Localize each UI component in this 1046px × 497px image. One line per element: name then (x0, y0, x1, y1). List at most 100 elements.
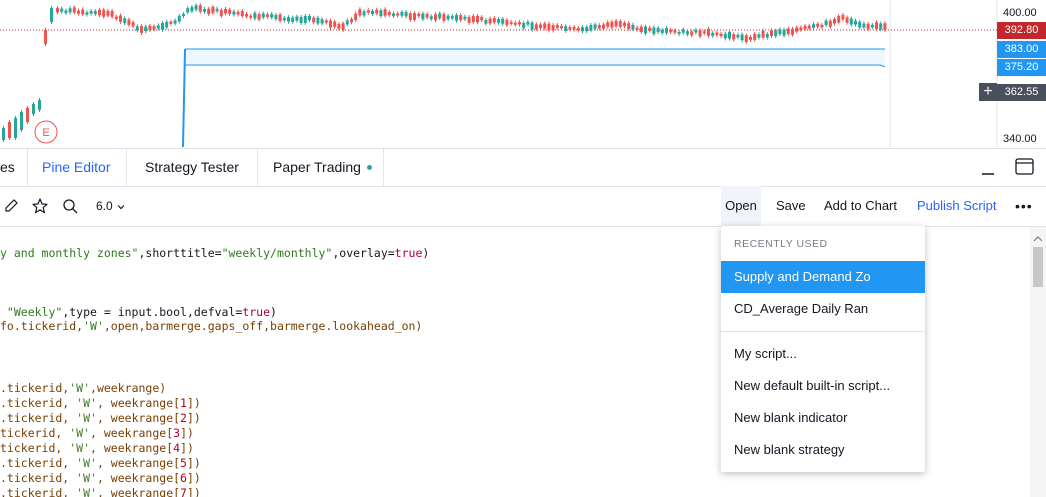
candle (421, 13, 425, 20)
version-select[interactable]: 6.0 (96, 186, 126, 226)
candle (303, 16, 307, 23)
candle (828, 20, 832, 27)
candle (744, 35, 748, 43)
candle (501, 18, 505, 24)
open-button[interactable]: Open (721, 186, 761, 226)
more-options-button[interactable]: ••• (1015, 186, 1033, 226)
publish-script-button[interactable]: Publish Script (917, 186, 996, 226)
candle (845, 17, 849, 23)
code-token: 'W' (69, 381, 91, 395)
status-dot (366, 164, 372, 170)
tab-strategy-tester[interactable]: Strategy Tester (131, 149, 258, 186)
search-button[interactable] (61, 197, 79, 215)
scroll-up-icon (1033, 236, 1043, 242)
candle (140, 26, 143, 33)
candle (593, 24, 597, 29)
candle (98, 9, 101, 16)
maximize-button[interactable] (1014, 157, 1036, 177)
candle (841, 14, 845, 20)
candle (765, 34, 769, 38)
candle (627, 23, 631, 29)
minimize-button[interactable] (978, 157, 998, 177)
code-line: .tickerid, 'W', weekrange[1]) (0, 396, 201, 411)
candle (379, 10, 383, 17)
candle (858, 21, 862, 28)
candle (648, 27, 652, 31)
candle (539, 24, 542, 29)
code-token: y and monthly zones" (0, 246, 139, 260)
favorite-button[interactable] (31, 197, 49, 215)
candle (530, 22, 534, 30)
code-token: 'W' (76, 396, 97, 410)
candle (656, 28, 660, 33)
candle (114, 16, 118, 20)
my-scripts-item[interactable]: My script... (721, 338, 925, 370)
tab-paper-trading[interactable]: Paper Trading (259, 149, 384, 186)
new-builtin-script-item[interactable]: New default built-in script... (721, 370, 925, 402)
candle (589, 25, 593, 31)
candle (89, 11, 93, 14)
code-token: 'W' (76, 486, 97, 497)
rename-button[interactable] (2, 197, 20, 215)
code-line: fo.tickerid,'W',open,barmerge.gaps_off,b… (0, 319, 422, 334)
candle (102, 9, 106, 17)
candle (186, 8, 190, 13)
candle (77, 10, 80, 14)
candle (333, 21, 337, 27)
dropdown-divider (721, 331, 925, 332)
candle (408, 13, 412, 20)
candle (14, 118, 17, 138)
code-token: , weekrange[ (96, 396, 181, 410)
candle (274, 14, 278, 20)
candle (488, 18, 492, 24)
candle (564, 26, 568, 31)
zone-bottom-label: 375.20 (997, 59, 1046, 76)
candle (463, 16, 467, 20)
candle (715, 32, 719, 36)
price-chart[interactable]: E 400.00 392.80 383.00 375.20 + 362.55 3… (0, 0, 1046, 147)
new-blank-indicator-item[interactable]: New blank indicator (721, 402, 925, 434)
candle (585, 26, 589, 32)
scrollbar-thumb[interactable] (1033, 247, 1043, 287)
recent-script-item[interactable]: Supply and Demand Zo (721, 261, 925, 293)
candle (837, 15, 841, 23)
candle (824, 20, 828, 26)
candle (778, 29, 782, 35)
candle (602, 24, 605, 29)
crosshair-plus-button[interactable]: + (979, 83, 997, 101)
candle (224, 8, 227, 14)
candle (631, 24, 635, 30)
candle (497, 19, 500, 23)
tab-pine-editor[interactable]: Pine Editor (28, 149, 127, 186)
candle (799, 27, 803, 31)
tab-trading-panel[interactable]: es (0, 149, 28, 186)
candle (345, 20, 349, 25)
candle (618, 21, 622, 27)
candle (816, 23, 820, 27)
candle (358, 9, 362, 16)
new-blank-strategy-item[interactable]: New blank strategy (721, 434, 925, 466)
candle (240, 10, 244, 17)
code-token: ,weekrange) (90, 381, 167, 395)
candle (795, 27, 799, 32)
candle (509, 21, 513, 24)
code-token: 5 (180, 456, 187, 470)
candle (774, 30, 778, 37)
candle (551, 25, 555, 31)
tab-label: Pine Editor (42, 159, 111, 175)
tab-label: Paper Trading (273, 159, 361, 175)
candle (471, 15, 475, 23)
candlestick-chart[interactable]: E (0, 0, 1046, 147)
recent-script-item[interactable]: CD_Average Daily Ran (721, 293, 925, 325)
candle (770, 30, 773, 37)
candle (362, 11, 366, 16)
add-to-chart-button[interactable]: Add to Chart (824, 186, 897, 226)
code-line: y and monthly zones",shorttitle="weekly/… (0, 246, 429, 261)
candle (866, 23, 870, 30)
save-button[interactable]: Save (776, 186, 806, 226)
code-token: , weekrange[ (90, 441, 174, 455)
code-token: , weekrange[ (90, 426, 174, 440)
candle (480, 17, 484, 21)
editor-scrollbar[interactable] (1030, 227, 1046, 497)
candle (862, 23, 866, 28)
